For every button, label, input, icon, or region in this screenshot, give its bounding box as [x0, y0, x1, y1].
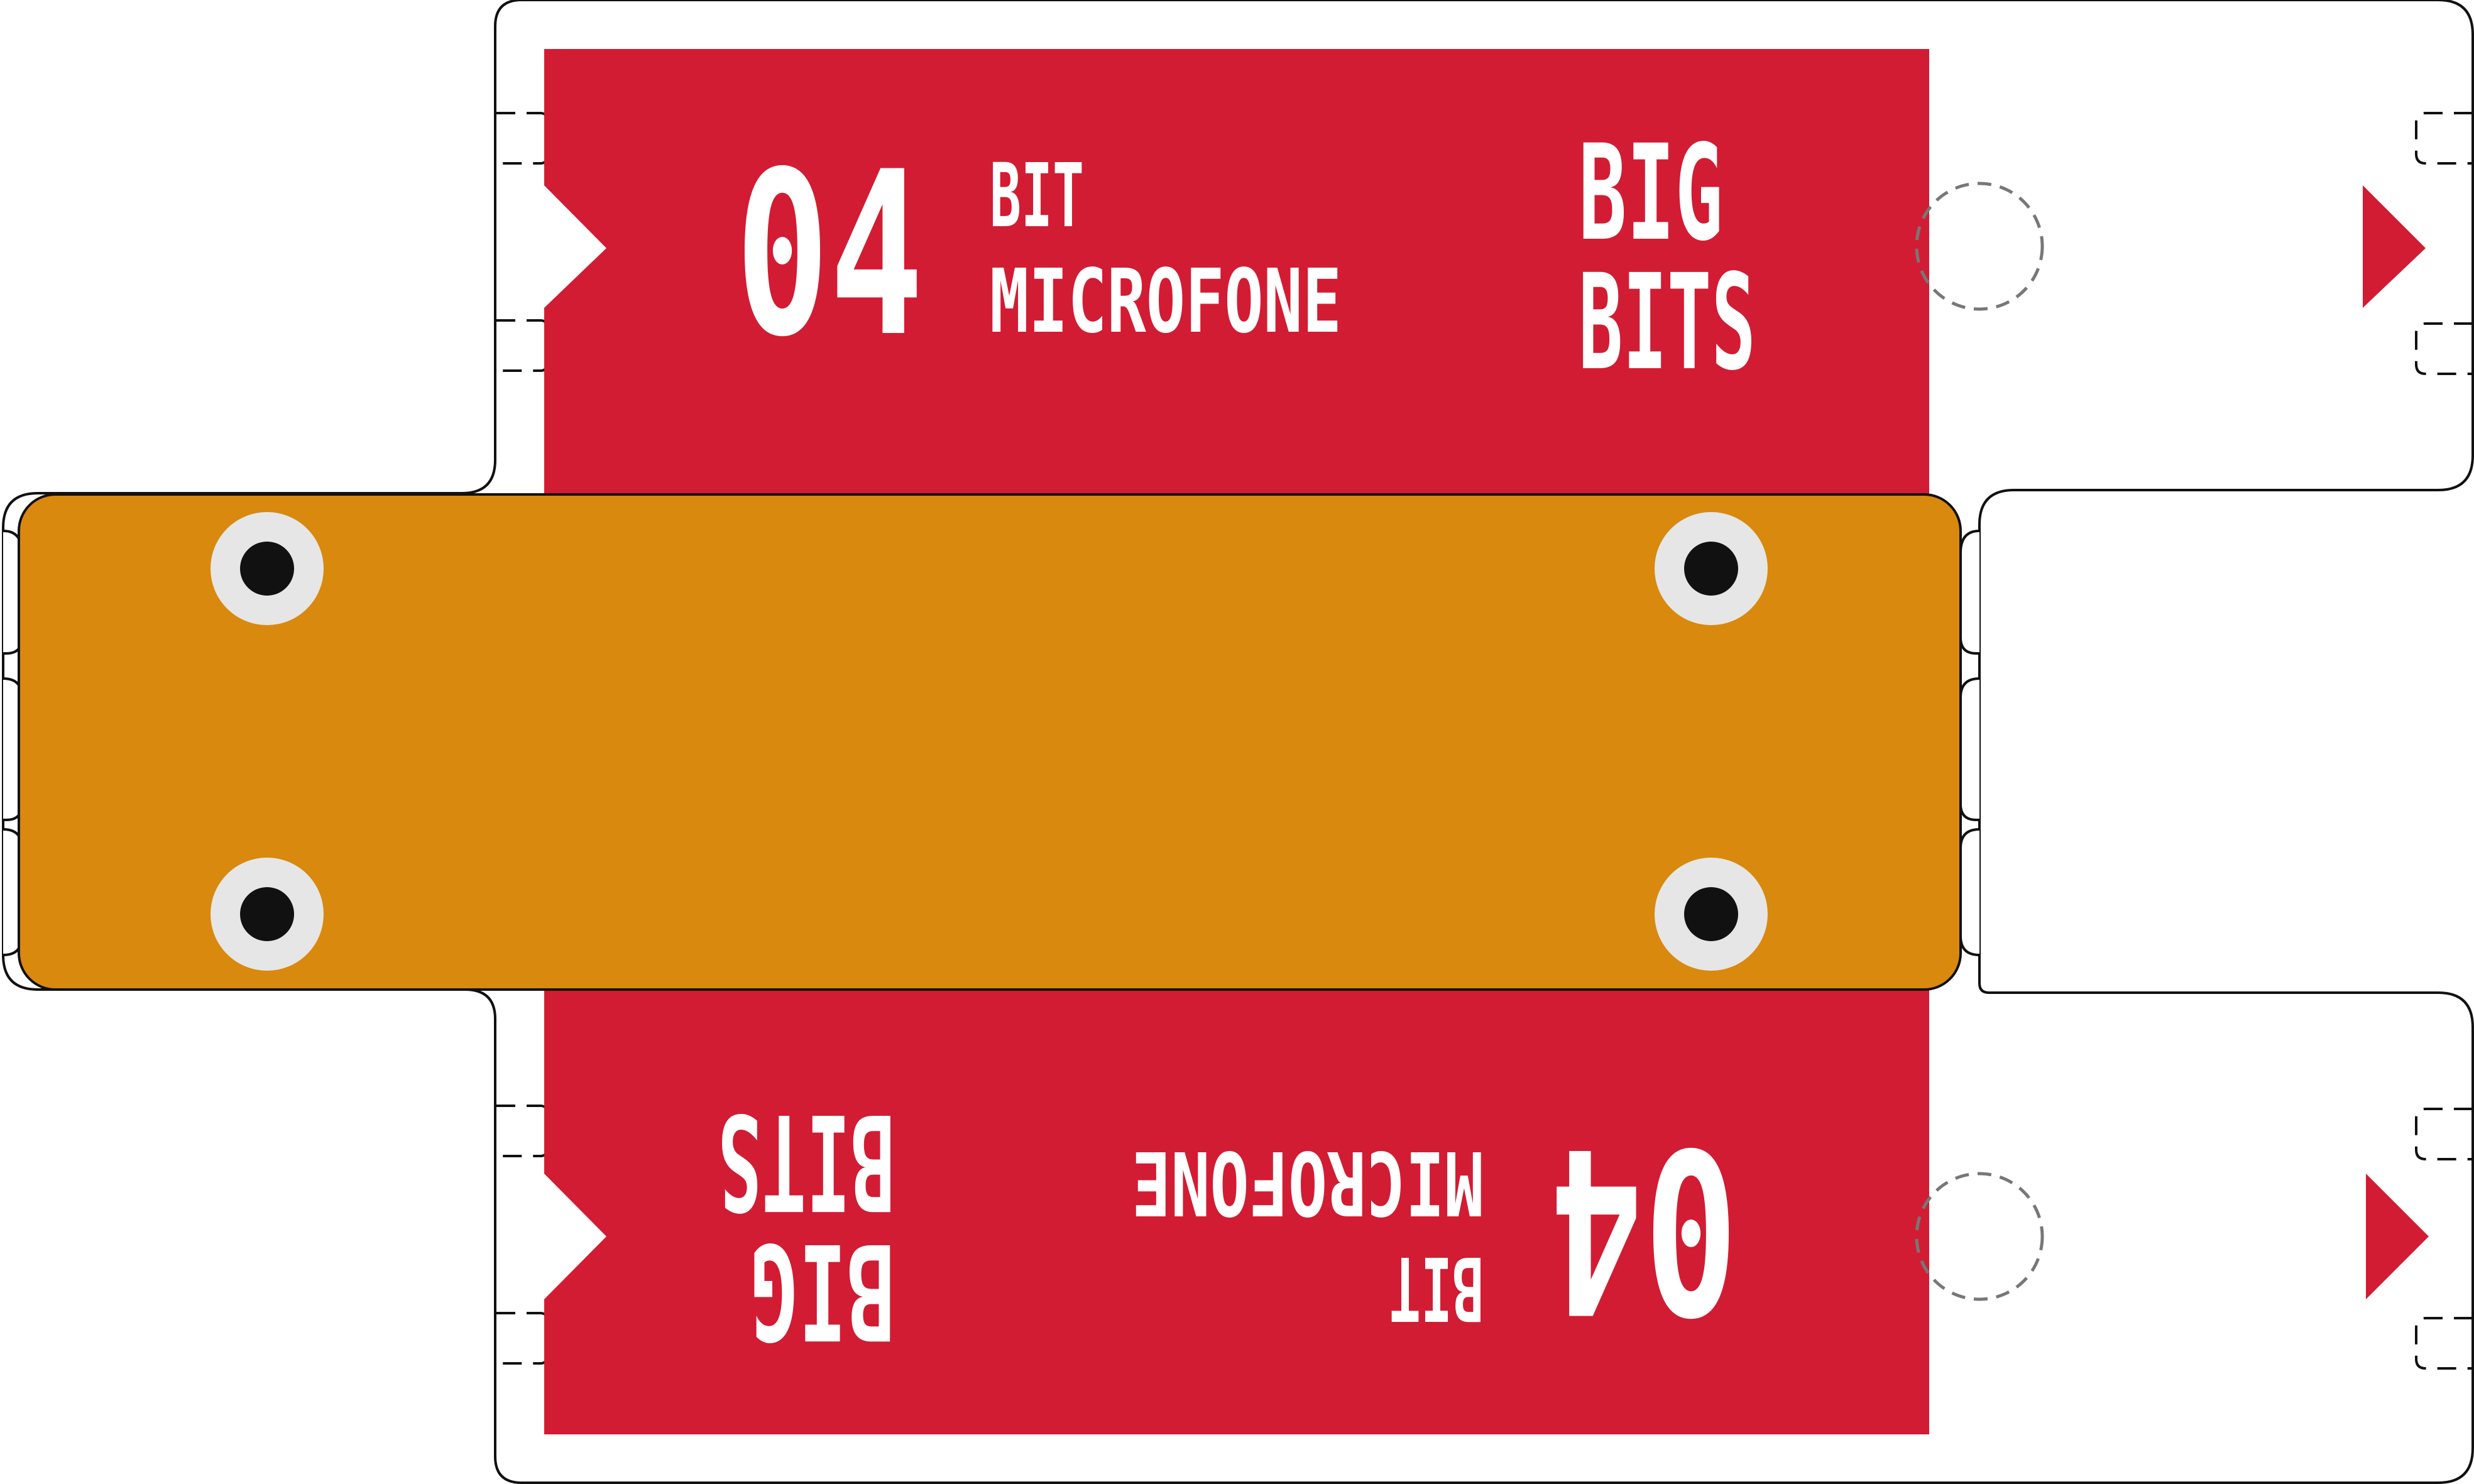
mount-hole-icon: [1684, 887, 1738, 941]
top-line2: MICROFONE: [990, 251, 1342, 353]
bottom-line1: BIT: [1389, 1236, 1484, 1339]
bottom-logo-line2: BITS: [718, 1084, 895, 1238]
right-side-notches: [1959, 530, 1980, 956]
mount-hole-icon: [1684, 542, 1738, 596]
mount-hole-icon: [240, 542, 294, 596]
top-logo-line2: BITS: [1579, 246, 1756, 400]
mount-hole-icon: [240, 887, 294, 941]
papercraft-template: 04 BIT MICROFONE BIG BITS 04 BIT MICROFO…: [2, 0, 2474, 1484]
bottom-number: 04: [1550, 1098, 1738, 1361]
bottom-line2: MICROFONE: [1132, 1131, 1484, 1233]
top-line1: BIT: [990, 145, 1084, 248]
top-number: 04: [735, 123, 924, 386]
